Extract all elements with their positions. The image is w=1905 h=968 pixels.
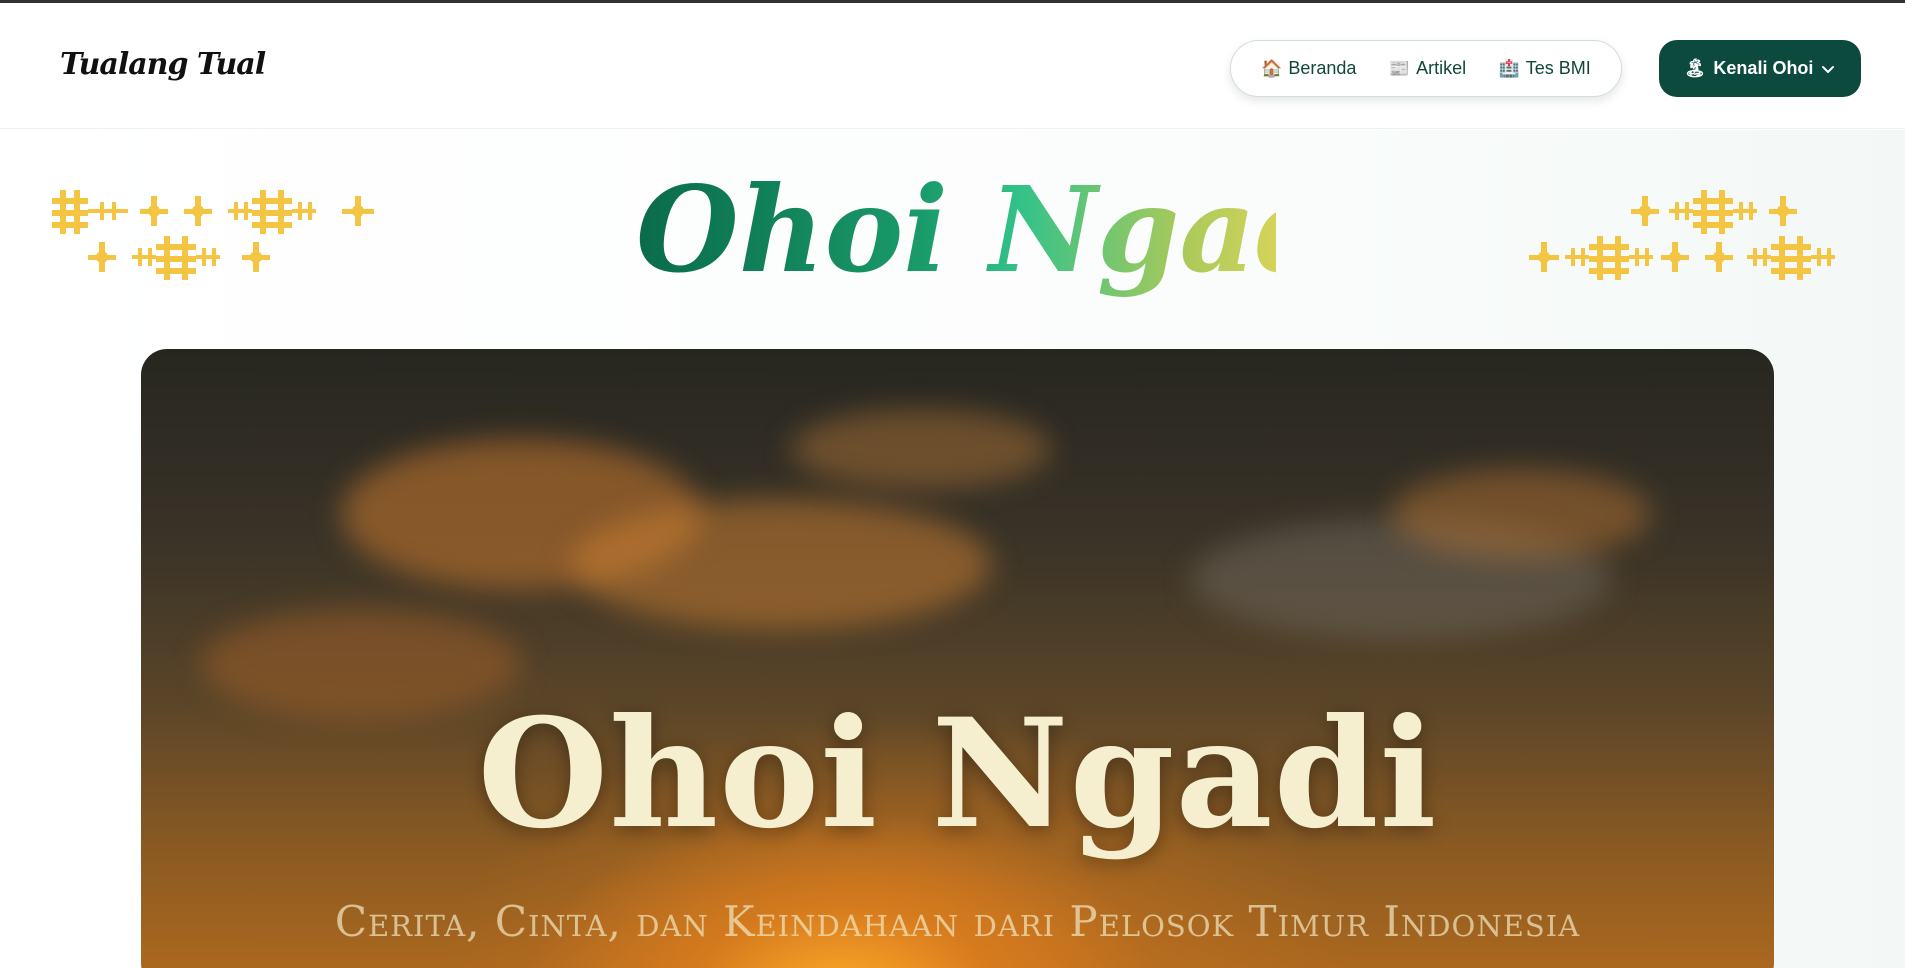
hero-title: Ohoi Ngadi <box>477 686 1438 862</box>
site-header: Tualang Tual 🏠 Beranda 📰 Artikel 🏥 Tes B… <box>0 3 1905 129</box>
nav-item-artikel[interactable]: 📰 Artikel <box>1389 58 1466 79</box>
island-icon: 🏝 <box>1683 58 1707 78</box>
site-logo[interactable]: Tualang Tual <box>60 39 266 89</box>
banner-title: Ohoi Ngadi <box>636 150 1276 310</box>
nav-item-tes-bmi[interactable]: 🏥 Tes BMI <box>1499 58 1591 79</box>
newspaper-icon: 📰 <box>1388 59 1411 78</box>
nav-label-artikel: Artikel <box>1416 58 1467 78</box>
kenali-ohoi-dropdown-button[interactable]: 🏝 Kenali Ohoi <box>1659 40 1861 97</box>
chevron-down-icon <box>1822 65 1835 73</box>
hero-banner: Ohoi Ngadi Cerita, Cinta, dan Keindahaan… <box>141 349 1774 968</box>
kenali-ohoi-label: Kenali Ohoi <box>1713 58 1814 78</box>
house-icon: 🏠 <box>1261 59 1283 78</box>
tribal-ornament-right-icon <box>1529 190 1835 280</box>
logo-text: Tualang Tual <box>60 46 266 82</box>
hero-cloud <box>1391 469 1651 559</box>
hero-subtitle: Cerita, Cinta, dan Keindahaan dari Pelos… <box>334 897 1581 946</box>
main-nav: 🏠 Beranda 📰 Artikel 🏥 Tes BMI <box>1230 40 1622 97</box>
tribal-ornament-left-icon <box>52 190 374 280</box>
hero-cloud <box>571 499 991 629</box>
hospital-icon: 🏥 <box>1498 59 1520 78</box>
hero-cloud <box>791 409 1051 489</box>
nav-label-beranda: Beranda <box>1288 58 1357 78</box>
nav-label-tes-bmi: Tes BMI <box>1525 58 1591 78</box>
nav-item-beranda[interactable]: 🏠 Beranda <box>1261 58 1356 79</box>
